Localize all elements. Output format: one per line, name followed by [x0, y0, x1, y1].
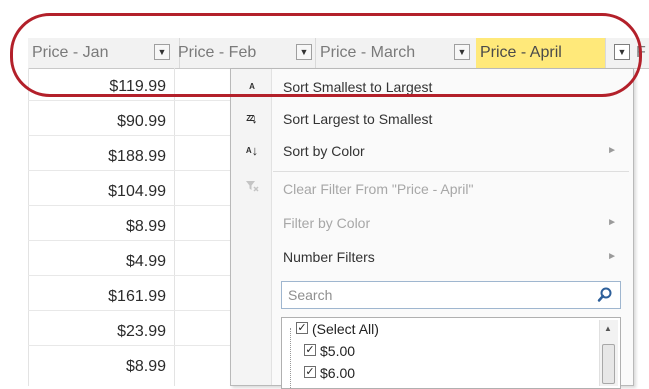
- row-divider: [28, 135, 230, 136]
- filter-search-box[interactable]: Search: [281, 281, 621, 309]
- submenu-arrow-icon: ►: [607, 251, 617, 262]
- sort-by-color-menu-item[interactable]: Sort by Color ►: [231, 135, 633, 167]
- row-divider: [28, 205, 230, 206]
- column-header-row: Price - Jan ▼ Price - Feb ▼ Price - Marc…: [28, 38, 649, 69]
- number-filters-menu-item[interactable]: Number Filters ►: [231, 241, 633, 273]
- scroll-up-icon[interactable]: ▲: [604, 324, 612, 333]
- clear-filter-icon: [241, 173, 263, 205]
- header-price-april[interactable]: Price - April: [476, 38, 606, 68]
- price-cell[interactable]: $8.99: [60, 358, 166, 376]
- row-divider: [28, 310, 230, 311]
- filter-dropdown-button-march[interactable]: ▼: [454, 44, 470, 60]
- header-label: F: [636, 44, 646, 61]
- price-cell[interactable]: $161.99: [60, 288, 166, 306]
- price-cell[interactable]: $104.99: [60, 183, 166, 201]
- row-divider: [28, 275, 230, 276]
- scroll-thumb[interactable]: [602, 344, 615, 384]
- filter-value-list: ✓ (Select All) ✓ $5.00 ✓ $6.00 ▲: [281, 317, 621, 389]
- sort-ascending-menu-item[interactable]: A Z↓ Sort Smallest to Largest: [231, 71, 633, 126]
- header-label: Price - March: [320, 44, 416, 61]
- row-divider: [28, 170, 230, 171]
- price-cell[interactable]: $4.99: [60, 253, 166, 271]
- menu-item-label: Filter by Color: [283, 215, 371, 231]
- row-divider: [28, 240, 230, 241]
- menu-item-label: Number Filters: [283, 249, 375, 265]
- autofilter-menu: A Z↓ Sort Smallest to Largest Z A↓ Sort La…: [230, 68, 634, 389]
- chevron-down-icon: ▼: [457, 47, 467, 57]
- menu-item-label: Sort Smallest to Largest: [283, 79, 433, 95]
- submenu-arrow-icon: ►: [607, 145, 617, 156]
- chevron-down-icon: ▼: [157, 47, 167, 57]
- price-cell[interactable]: $8.99: [60, 218, 166, 236]
- checkbox-label: (Select All): [312, 321, 379, 337]
- price-cell[interactable]: $188.99: [60, 148, 166, 166]
- filter-dropdown-button-feb[interactable]: ▼: [296, 44, 312, 60]
- header-label: Price - April: [480, 44, 562, 61]
- header-label: Price - Jan: [32, 44, 109, 61]
- checkbox-label: $5.00: [320, 343, 356, 359]
- filter-dropdown-button-april[interactable]: ▼: [614, 44, 630, 60]
- price-cell[interactable]: $119.99: [60, 78, 166, 96]
- filter-dropdown-button-jan[interactable]: ▼: [154, 44, 170, 60]
- grid-line: [174, 68, 175, 386]
- menu-separator: [273, 171, 629, 172]
- tree-connector: [290, 328, 292, 388]
- chevron-down-icon: ▼: [299, 47, 309, 57]
- price-cell[interactable]: $90.99: [60, 113, 166, 131]
- menu-item-label: Sort by Color: [283, 143, 365, 159]
- grid-line: [28, 68, 29, 386]
- header-price-feb[interactable]: Price - Feb: [174, 38, 316, 68]
- sort-descending-menu-item[interactable]: Z A↓ Sort Largest to Smallest: [231, 103, 633, 158]
- checkbox-checked-icon[interactable]: ✓: [296, 322, 308, 334]
- header-label: Price - Feb: [178, 44, 257, 61]
- header-partial[interactable]: F: [632, 38, 649, 68]
- search-icon: [596, 286, 614, 304]
- checkbox-checked-icon[interactable]: ✓: [304, 344, 316, 356]
- row-divider: [28, 100, 230, 101]
- price-cell[interactable]: $23.99: [60, 323, 166, 341]
- menu-item-label: Sort Largest to Smallest: [283, 111, 433, 127]
- checkbox-checked-icon[interactable]: ✓: [304, 366, 316, 378]
- submenu-arrow-icon: ►: [607, 217, 617, 228]
- clear-filter-menu-item[interactable]: Clear Filter From "Price - April": [231, 173, 633, 205]
- search-input[interactable]: Search: [288, 287, 332, 303]
- menu-item-label: Clear Filter From "Price - April": [283, 181, 474, 197]
- checkbox-label: $6.00: [320, 365, 356, 381]
- list-scrollbar[interactable]: ▲: [599, 320, 618, 386]
- row-divider: [28, 345, 230, 346]
- chevron-down-icon: ▼: [617, 47, 627, 57]
- filter-by-color-menu-item[interactable]: Filter by Color ►: [231, 207, 633, 239]
